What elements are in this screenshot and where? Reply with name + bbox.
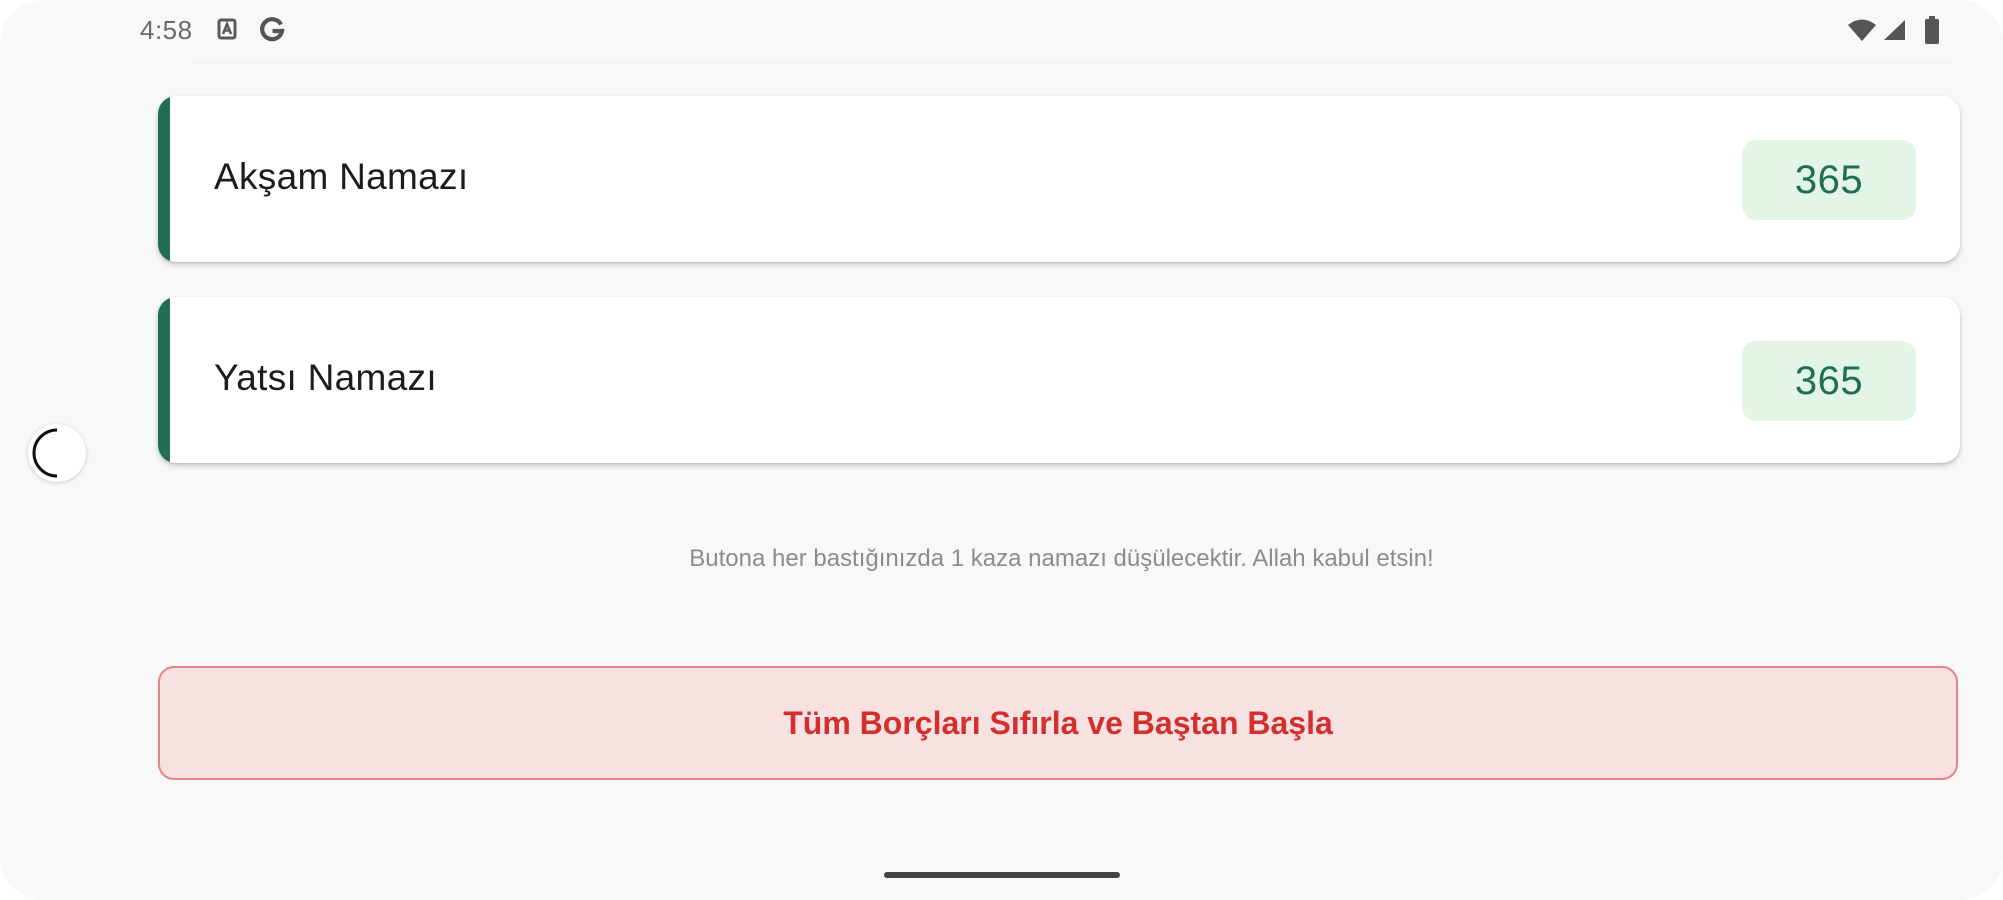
- prayer-card-yatsi[interactable]: Yatsı Namazı 365: [158, 297, 1960, 463]
- signal-icon: [1882, 19, 1906, 46]
- status-time: 4:58: [140, 15, 193, 45]
- wifi-icon: [1847, 18, 1877, 47]
- edge-handle-icon[interactable]: [28, 424, 86, 482]
- home-indicator[interactable]: [884, 872, 1120, 878]
- google-g-icon: [258, 16, 286, 49]
- prayer-card-aksam[interactable]: Akşam Namazı 365: [158, 96, 1960, 262]
- card-title: Akşam Namazı: [214, 156, 469, 197]
- battery-icon: [1925, 16, 1939, 49]
- app-bar-divider: [190, 62, 1950, 64]
- card-accent-bar: [158, 96, 170, 262]
- count-badge[interactable]: 365: [1742, 140, 1916, 220]
- app-screen: 4:58 Akşam Namazı 365 Yatsı Namazı 365 B…: [0, 0, 2003, 900]
- card-accent-bar: [158, 297, 170, 463]
- count-badge[interactable]: 365: [1742, 341, 1916, 421]
- notification-a-icon: [217, 18, 237, 45]
- hint-text: Butona her bastığınızda 1 kaza namazı dü…: [689, 545, 1434, 572]
- reset-all-button[interactable]: Tüm Borçları Sıfırla ve Baştan Başla: [158, 666, 1958, 780]
- status-bar: 4:58: [0, 0, 2003, 64]
- card-title: Yatsı Namazı: [214, 357, 437, 398]
